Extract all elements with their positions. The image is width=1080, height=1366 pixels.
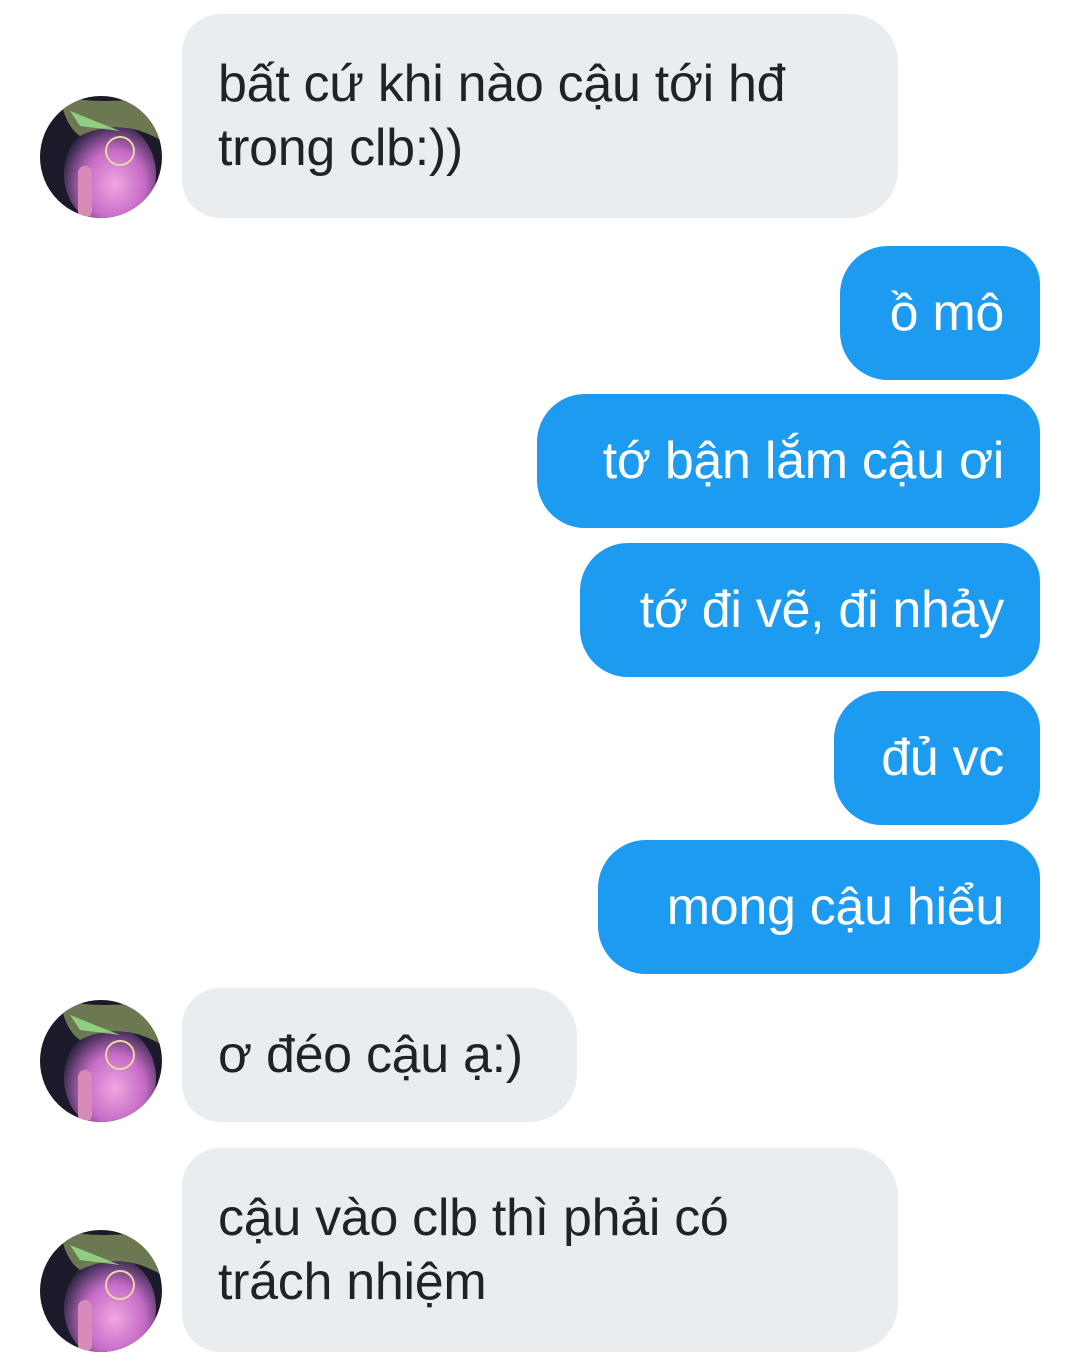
- incoming-message[interactable]: cậu vào clb thì phải có trách nhiệm: [182, 1148, 898, 1352]
- chat-thread: bất cứ khi nào cậu tới hđ trong clb:)) ồ…: [0, 0, 1080, 1366]
- message-text: tớ bận lắm cậu ơi: [602, 432, 1005, 490]
- message-text: đủ vc: [881, 729, 1004, 787]
- message-text: ồ mô: [889, 284, 1005, 342]
- message-text: tớ đi vẽ, đi nhảy: [639, 581, 1005, 639]
- avatar-photo-icon: [40, 1230, 162, 1352]
- message-text-line: trách nhiệm: [218, 1253, 487, 1311]
- message-text: mong cậu hiểu: [666, 878, 1005, 936]
- outgoing-message[interactable]: mong cậu hiểu: [598, 840, 1040, 974]
- outgoing-message[interactable]: tớ đi vẽ, đi nhảy: [580, 543, 1040, 677]
- incoming-message[interactable]: ơ đéo cậu ạ:): [182, 988, 577, 1122]
- avatar-photo-icon: [40, 96, 162, 218]
- message-text-line: trong clb:)): [218, 119, 463, 177]
- outgoing-message[interactable]: ồ mô: [840, 246, 1040, 380]
- contact-avatar[interactable]: [40, 1230, 162, 1352]
- outgoing-message[interactable]: tớ bận lắm cậu ơi: [537, 394, 1040, 528]
- contact-avatar[interactable]: [40, 96, 162, 218]
- message-text-line: bất cứ khi nào cậu tới hđ: [218, 55, 786, 113]
- message-text: ơ đéo cậu ạ:): [218, 1026, 523, 1084]
- outgoing-message[interactable]: đủ vc: [834, 691, 1040, 825]
- avatar-photo-icon: [40, 1000, 162, 1122]
- incoming-message[interactable]: bất cứ khi nào cậu tới hđ trong clb:)): [182, 14, 898, 218]
- message-text-line: cậu vào clb thì phải có: [218, 1189, 729, 1247]
- contact-avatar[interactable]: [40, 1000, 162, 1122]
